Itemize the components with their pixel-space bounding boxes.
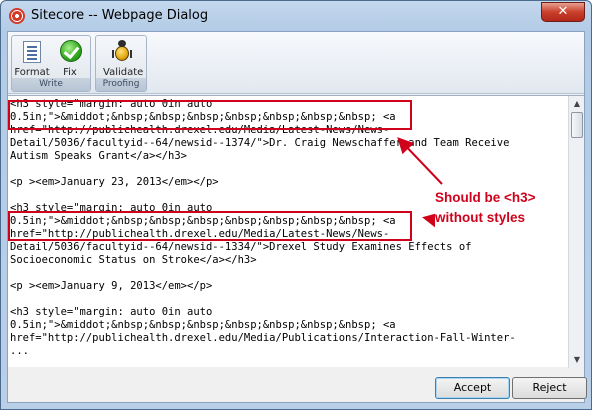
html-source-editor[interactable]: <h3 style="margin: auto 0in auto 0.5in;">… bbox=[8, 95, 584, 368]
scrollbar-thumb[interactable] bbox=[571, 112, 583, 138]
vertical-scrollbar[interactable]: ▲ ▼ bbox=[568, 96, 584, 368]
code-line: href="http://publichealth.drexel.edu/Med… bbox=[10, 332, 516, 344]
validate-button-label: Validate bbox=[103, 67, 144, 78]
code-line: Detail/5036/facultyid--64/newsid--1374/"… bbox=[10, 137, 510, 149]
annotation-line-1: Should be <h3> bbox=[435, 190, 536, 205]
green-check-icon bbox=[60, 40, 82, 62]
scroll-down-arrow-icon[interactable]: ▼ bbox=[570, 353, 584, 367]
annotation-line-2: without styles bbox=[435, 210, 526, 225]
window-title: Sitecore -- Webpage Dialog bbox=[31, 8, 209, 23]
ribbon-toolbar: Format Fix Write Validate Proofing bbox=[8, 32, 584, 94]
code-line: <p ><em>January 9, 2013</em></p> bbox=[10, 280, 213, 292]
annotation-callout: Should be <h3> without styles bbox=[435, 188, 536, 228]
fix-button-label: Fix bbox=[63, 67, 77, 78]
code-line: <h3 style="margin: auto 0in auto bbox=[10, 98, 213, 110]
ribbon-group-label-write: Write bbox=[12, 78, 90, 91]
reject-button[interactable]: Reject bbox=[512, 377, 587, 399]
code-line: Autism Speaks Grant</a></h3> bbox=[10, 150, 188, 162]
fix-button[interactable]: Fix bbox=[52, 38, 88, 78]
code-line: 0.5in;">&middot;&nbsp;&nbsp;&nbsp;&nbsp;… bbox=[10, 111, 396, 123]
title-bar[interactable]: Sitecore -- Webpage Dialog ✕ bbox=[1, 1, 591, 31]
ribbon-group-label-proofing: Proofing bbox=[96, 78, 146, 91]
code-line: href="http://publichealth.drexel.edu/Med… bbox=[10, 124, 390, 136]
code-line: ... bbox=[10, 345, 29, 357]
accept-button[interactable]: Accept bbox=[435, 377, 510, 399]
format-button-label: Format bbox=[14, 67, 50, 78]
code-line: Socioeconomic Status on Stroke</a></h3> bbox=[10, 254, 257, 266]
ribbon-group-write: Format Fix Write bbox=[11, 35, 91, 92]
dialog-client-area: Format Fix Write Validate Proofing <h3 s… bbox=[7, 31, 587, 403]
code-line: <h3 style="margin: auto 0in auto bbox=[10, 306, 213, 318]
code-line: href="http://publichealth.drexel.edu/Med… bbox=[10, 228, 390, 240]
validate-button[interactable]: Validate bbox=[103, 38, 144, 78]
ribbon-group-proofing: Validate Proofing bbox=[95, 35, 147, 92]
dialog-window: Sitecore -- Webpage Dialog ✕ Format Fix … bbox=[0, 0, 592, 410]
code-line: 0.5in;">&middot;&nbsp;&nbsp;&nbsp;&nbsp;… bbox=[10, 319, 396, 331]
bug-icon bbox=[112, 40, 132, 62]
code-line: Detail/5036/facultyid--64/newsid--1334/"… bbox=[10, 241, 472, 253]
close-button[interactable]: ✕ bbox=[541, 2, 585, 22]
scroll-up-arrow-icon[interactable]: ▲ bbox=[570, 97, 584, 111]
format-button[interactable]: Format bbox=[14, 38, 50, 78]
sitecore-logo-icon bbox=[9, 8, 25, 24]
html-source-text[interactable]: <h3 style="margin: auto 0in auto 0.5in;">… bbox=[10, 98, 566, 366]
format-icon bbox=[23, 41, 41, 63]
